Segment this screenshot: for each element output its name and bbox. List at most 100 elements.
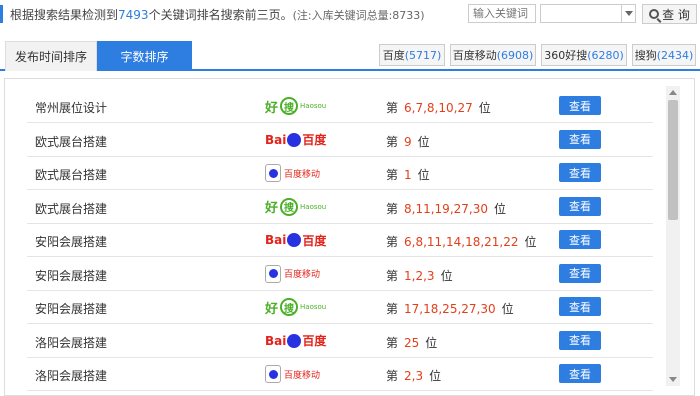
engine-name: 百度 [382,49,405,62]
paw-icon [287,233,302,247]
keyword-cell: 洛阳会展搭建 [35,335,108,350]
logo-text: Haosou [300,102,327,110]
keyword-cell: 安阳会展搭建 [35,268,108,283]
scroll-up-icon[interactable] [669,90,677,95]
logo-text: 百度 [302,233,327,248]
baidu-logo-icon: Bai 百度 [265,229,327,251]
table-row: 欧式展台搭建 百度移动 第 1 位 查看 [27,156,653,190]
table-row: 洛阳会展搭建 Bai 百度 第 25 位 查看 [27,324,653,358]
engine-name: 百度移动 [452,49,497,62]
tab-publish-time[interactable]: 发布时间排序 [5,41,97,71]
paw-icon [268,168,278,178]
rank-suffix: 位 [425,335,438,350]
rank-cell: 第1位 [386,166,430,183]
results-panel: 常州展位设计好搜 Haosou 第 6,7,8,10,27 位查看 欧式展台搭建 Bai 百度… [4,78,695,396]
engine-count: (6908) [496,48,534,62]
view-button[interactable]: 查看 [559,96,601,115]
query-button-label: 查 询 [662,7,690,22]
chevron-down-icon[interactable] [621,5,635,22]
sort-tabs: 发布时间排序 字数排序 百度 (5717) 百度移动 (6908) 360好搜 (62… [0,41,700,71]
rank-positions: 6,7,8,10,27 [404,101,473,115]
rank-positions: 1,2,3 [404,268,435,283]
table-row: 安阳会展搭建 好搜 Haosou 第 17,18,25,27,30 位 查看 [27,290,653,324]
logo-text: 好 [265,201,279,216]
rank-prefix: 第 [386,101,399,115]
table-row: 欧式展台搭建 Bai 百度 第 9 位 查看 [27,123,653,157]
view-button[interactable]: 查看 [559,364,601,383]
rank-prefix: 第 [386,268,399,283]
rank-prefix: 第 [386,168,399,182]
view-button[interactable]: 查看 [559,230,601,249]
rank-cell: 第 1,2,3 位 [386,267,453,284]
query-button[interactable]: 查 询 [642,4,697,24]
view-button[interactable]: 查看 [559,330,601,350]
view-button[interactable]: 查看 [559,263,601,283]
engine-count: (6280) [587,48,624,62]
rank-prefix: 第 [386,369,399,383]
tab-label: 字数排序 [120,49,169,64]
keyword-search-input[interactable] [468,4,536,23]
summary-note: (注:入库关键词总量:8733) [292,9,425,22]
engine-filter-baidu[interactable]: 百度 (5717) [379,44,445,66]
engine-count: (5717) [404,48,442,62]
keyword-count: 7493 [118,8,149,22]
rank-prefix: 第 [386,134,399,149]
rank-suffix: 位 [478,101,491,115]
accent-bar [0,5,3,23]
summary-suffix: 个关键词排名搜索前三页。 [148,8,293,22]
engine-filter-360[interactable]: 360好搜 (6280) [541,44,627,66]
haosou-logo-icon: 好搜 Haosou [265,196,327,218]
rank-suffix: 位 [429,369,442,383]
keyword-cell: 常州展位设计 [35,101,108,115]
logo-text: 百度 [302,334,327,348]
rank-suffix: 位 [494,201,507,216]
phone-icon [265,365,281,383]
rank-suffix: 位 [524,235,537,249]
keyword-cell: 欧式展台搭建 [35,134,108,149]
engine-name: 360好搜 [544,49,588,62]
rank-positions: 2,3 [404,369,424,383]
keyword-cell: 洛阳会展搭建 [35,369,108,383]
logo-text: 百度移动 [284,370,321,381]
engine-filter-sogou[interactable]: 搜狗 (2434) [632,44,696,66]
rank-suffix: 位 [440,268,453,283]
keyword-cell: 欧式展台搭建 [35,168,108,182]
logo-text: Bai [265,132,287,147]
scrollbar-thumb[interactable] [668,100,678,220]
rank-prefix: 第 [386,201,399,216]
rank-suffix: 位 [417,134,430,149]
logo-text: 搜 [280,197,299,216]
engine-select[interactable] [540,4,636,23]
paw-icon [287,132,302,147]
rank-cell: 第9位 [386,133,430,150]
view-button[interactable]: 查看 [559,163,601,182]
scrollbar[interactable] [666,86,680,386]
logo-text: Bai [265,333,287,348]
rank-cell: 第 6,7,8,10,27 位 [386,99,491,116]
baidu-mobile-logo-icon: 百度移动 [265,162,327,184]
view-button[interactable]: 查看 [559,297,601,316]
tab-word-count[interactable]: 字数排序 [97,41,192,71]
haosou-logo-icon: 好搜 Haosou [265,296,327,318]
baidu-mobile-logo-icon: 百度移动 [265,263,327,285]
baidu-logo-icon: Bai 百度 [265,129,327,151]
engine-filter-baidu-mobile[interactable]: 百度移动 (6908) [450,44,536,66]
paw-icon [268,269,278,278]
summary-prefix: 根据搜索结果检测到 [10,8,119,22]
rank-suffix: 位 [501,302,514,316]
baidu-mobile-logo-icon: 百度移动 [265,363,327,385]
engine-name: 搜狗 [634,49,657,62]
table-row: 洛阳会展搭建 百度移动 第 2,3 位 查看 [27,357,653,391]
scroll-down-icon[interactable] [669,377,677,382]
engine-count: (2434) [656,48,694,62]
table-row: 安阳会展搭建 百度移动 第 1,2,3 位 查看 [27,257,653,291]
rank-cell: 第 6,8,11,14,18,21,22 位 [386,233,537,250]
view-button[interactable]: 查看 [559,129,601,149]
logo-text: 百度移动 [284,169,321,180]
rank-cell: 第 2,3 位 [386,367,441,384]
baidu-logo-icon: Bai 百度 [265,330,327,352]
view-button[interactable]: 查看 [559,196,601,216]
summary-text: 根据搜索结果检测到7493个关键词排名搜索前三页。(注:入库关键词总量:8733… [10,6,425,23]
logo-text: Haosou [300,202,327,211]
rank-prefix: 第 [386,335,399,350]
